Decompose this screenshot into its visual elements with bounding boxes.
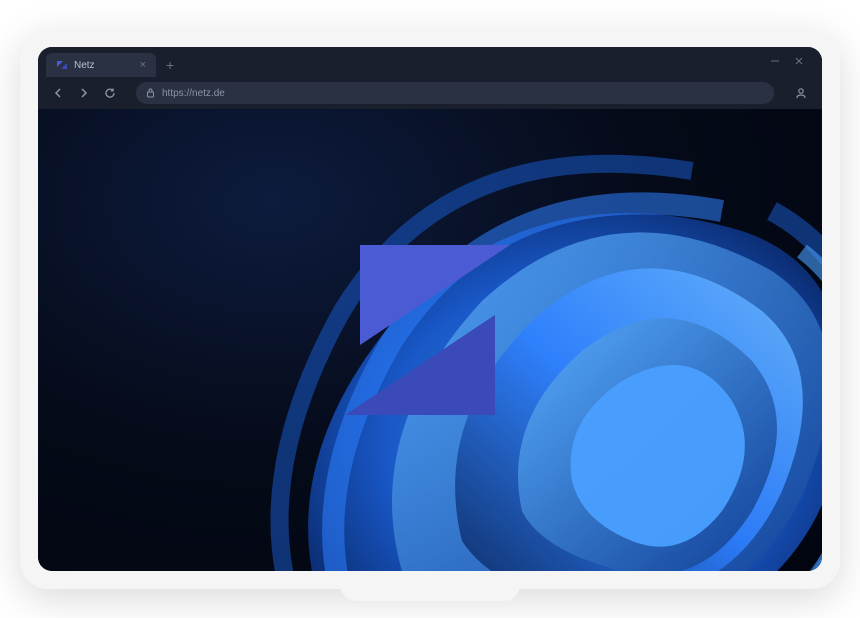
address-bar[interactable]: https://netz.de — [136, 82, 774, 104]
tab-bar: Netz × + — [38, 47, 822, 77]
window-controls — [770, 56, 814, 69]
netz-logo — [320, 230, 540, 430]
forward-button[interactable] — [76, 85, 92, 101]
netz-favicon-icon — [56, 59, 68, 71]
toolbar: https://netz.de — [38, 77, 822, 109]
url-text: https://netz.de — [162, 88, 225, 99]
minimize-icon[interactable] — [770, 56, 780, 69]
new-tab-button[interactable]: + — [160, 57, 180, 73]
screen: Netz × + — [38, 47, 822, 571]
profile-button[interactable] — [792, 84, 810, 102]
back-button[interactable] — [50, 85, 66, 101]
laptop-frame: Netz × + — [20, 29, 840, 589]
tab-close-icon[interactable]: × — [140, 59, 146, 71]
close-icon[interactable] — [794, 56, 804, 69]
browser-tab[interactable]: Netz × — [46, 53, 156, 77]
tab-title: Netz — [74, 60, 95, 71]
browser-chrome: Netz × + — [38, 47, 822, 109]
page-viewport — [38, 109, 822, 571]
reload-button[interactable] — [102, 85, 118, 101]
lock-icon — [146, 88, 156, 98]
